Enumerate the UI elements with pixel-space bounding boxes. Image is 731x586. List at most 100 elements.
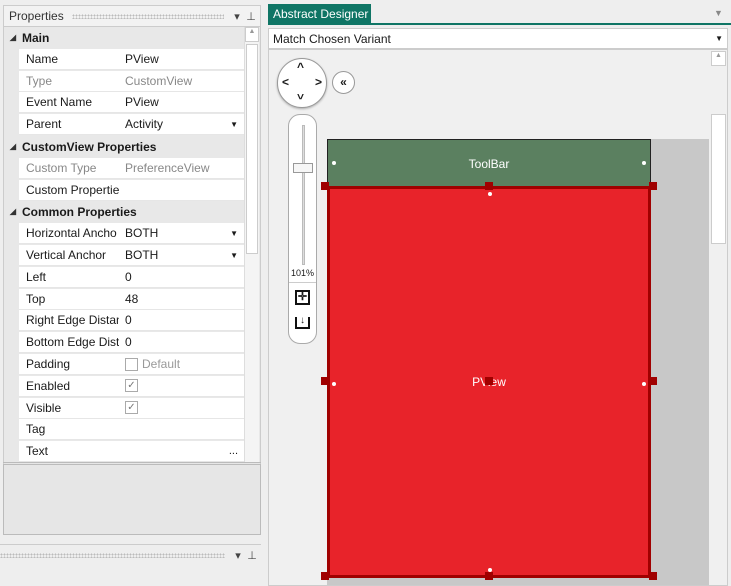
category-label: Main xyxy=(22,30,50,45)
property-row[interactable]: Custom Propertie xyxy=(19,179,244,201)
zoom-level: 101% xyxy=(290,268,315,278)
checkbox[interactable]: ✓ xyxy=(125,379,138,393)
property-name: Horizontal Ancho xyxy=(26,226,117,241)
checkbox[interactable] xyxy=(125,357,138,371)
pan-left-icon[interactable]: < xyxy=(282,75,289,89)
resize-handle[interactable] xyxy=(649,377,657,385)
property-name: Left xyxy=(26,269,47,284)
tab-menu-icon[interactable]: ▼ xyxy=(714,8,723,18)
chevron-down-icon: ▼ xyxy=(715,34,723,43)
properties-title: Properties xyxy=(9,9,64,23)
pin-icon[interactable]: ⊥ xyxy=(247,549,257,562)
resize-handle[interactable] xyxy=(485,377,493,385)
vertical-scrollbar[interactable]: ▲ xyxy=(244,27,259,462)
property-row[interactable]: Tag xyxy=(19,419,244,441)
variant-select[interactable]: Match Chosen Variant ▼ xyxy=(268,28,728,49)
property-value[interactable]: 0 xyxy=(125,335,132,349)
tab-abstract-designer[interactable]: Abstract Designer xyxy=(268,4,371,24)
collapse-triangle-icon[interactable]: ◢ xyxy=(4,142,22,151)
zoom-slider-track[interactable] xyxy=(302,125,305,265)
property-row[interactable]: Custom Type PreferenceView xyxy=(19,157,244,179)
toolbar-label: ToolBar xyxy=(468,156,510,171)
resize-handle[interactable] xyxy=(649,572,657,580)
pan-up-icon[interactable]: ^ xyxy=(297,60,304,74)
property-row[interactable]: Visible ✓ xyxy=(19,397,244,419)
zoom-slider-thumb[interactable] xyxy=(293,163,313,173)
property-row[interactable]: Name PView xyxy=(19,48,244,70)
dropdown-icon[interactable]: ▾ xyxy=(233,549,243,562)
pan-control[interactable]: ^ < > ^ xyxy=(277,58,327,108)
tab-underline xyxy=(268,23,731,25)
property-value[interactable]: 0 xyxy=(125,270,132,284)
property-name: Padding xyxy=(26,357,71,371)
ellipsis-button[interactable]: ... xyxy=(229,445,238,457)
property-row[interactable]: Top 48 xyxy=(19,288,244,310)
zoom-slider-panel: 101% ✛ ↓ xyxy=(288,114,317,344)
pin-icon[interactable]: ⊥ xyxy=(246,10,256,23)
description-box xyxy=(3,462,261,535)
category-header[interactable]: ◢ CustomView Properties xyxy=(4,136,244,157)
property-row[interactable]: Event Name PView xyxy=(19,92,244,114)
dropdown-arrow-icon[interactable]: ▼ xyxy=(230,120,238,129)
download-icon[interactable]: ↓ xyxy=(295,316,310,329)
dropdown-arrow-icon[interactable]: ▼ xyxy=(230,229,238,238)
property-name: Right Edge Distan xyxy=(26,313,119,328)
resize-handle[interactable] xyxy=(485,572,493,580)
property-name: Parent xyxy=(26,117,62,132)
toolbar-view[interactable]: ToolBar xyxy=(327,139,651,188)
category-header[interactable]: ◢ Main xyxy=(4,27,244,48)
property-row[interactable]: Vertical Anchor BOTH ▼ xyxy=(19,245,244,266)
property-value[interactable]: 48 xyxy=(125,292,138,306)
resize-handle[interactable] xyxy=(321,182,329,190)
scrollbar-thumb[interactable] xyxy=(711,114,726,244)
property-value: PreferenceView xyxy=(125,160,210,175)
designer-canvas[interactable]: ^ < > ^ « 101% ✛ ↓ ToolBar PView ▲ xyxy=(268,49,728,586)
pan-right-icon[interactable]: > xyxy=(315,75,322,89)
properties-panel-header: Properties ▾ ⊥ xyxy=(3,5,261,27)
property-row[interactable]: Right Edge Distan 0 xyxy=(19,310,244,332)
property-value: Default xyxy=(142,357,181,371)
property-value[interactable]: BOTH xyxy=(125,248,158,262)
collapse-icon[interactable]: « xyxy=(332,71,355,94)
canvas-scrollbar[interactable]: ▲ xyxy=(710,50,727,585)
resize-handle[interactable] xyxy=(649,182,657,190)
pan-down-icon[interactable]: ^ xyxy=(297,88,304,102)
property-row[interactable]: Enabled ✓ xyxy=(19,375,244,397)
property-row[interactable]: Padding Default xyxy=(19,354,244,375)
property-name: Name xyxy=(26,51,59,66)
property-row[interactable]: Left 0 xyxy=(19,266,244,288)
resize-handle[interactable] xyxy=(321,377,329,385)
property-value[interactable]: PView xyxy=(125,95,159,109)
property-value[interactable]: BOTH xyxy=(125,226,158,240)
resize-handle[interactable] xyxy=(485,182,493,190)
property-name: Custom Propertie xyxy=(26,182,119,197)
property-value: CustomView xyxy=(125,73,193,88)
collapse-triangle-icon[interactable]: ◢ xyxy=(4,207,22,216)
resize-handle[interactable] xyxy=(321,572,329,580)
drag-grip[interactable] xyxy=(71,13,224,19)
property-value[interactable]: PView xyxy=(125,52,159,66)
property-row[interactable]: Bottom Edge Dist 0 xyxy=(19,332,244,354)
dropdown-arrow-icon[interactable]: ▼ xyxy=(230,251,238,260)
property-name: Text xyxy=(26,444,49,459)
variant-select-value: Match Chosen Variant xyxy=(273,31,391,46)
property-name: Visible xyxy=(26,400,62,415)
dropdown-icon[interactable]: ▾ xyxy=(232,10,242,23)
drag-grip[interactable] xyxy=(0,553,225,558)
property-row[interactable]: Text... xyxy=(19,441,244,462)
scrollbar-thumb[interactable] xyxy=(246,44,258,254)
property-name: Enabled xyxy=(26,378,71,393)
property-row[interactable]: Horizontal Ancho BOTH ▼ xyxy=(19,223,244,245)
property-name: Vertical Anchor xyxy=(26,248,107,262)
property-name: Top xyxy=(26,291,46,306)
checkbox[interactable]: ✓ xyxy=(125,401,138,415)
property-name: Custom Type xyxy=(26,160,97,175)
category-header[interactable]: ◢ Common Properties xyxy=(4,201,244,223)
property-row[interactable]: Parent Activity ▼ xyxy=(19,114,244,136)
category-label: Common Properties xyxy=(22,204,137,219)
property-value[interactable]: 0 xyxy=(125,313,132,327)
fit-icon[interactable]: ✛ xyxy=(295,290,310,305)
collapse-triangle-icon[interactable]: ◢ xyxy=(4,33,22,42)
property-row[interactable]: Type CustomView xyxy=(19,70,244,92)
property-value[interactable]: Activity xyxy=(125,117,163,131)
